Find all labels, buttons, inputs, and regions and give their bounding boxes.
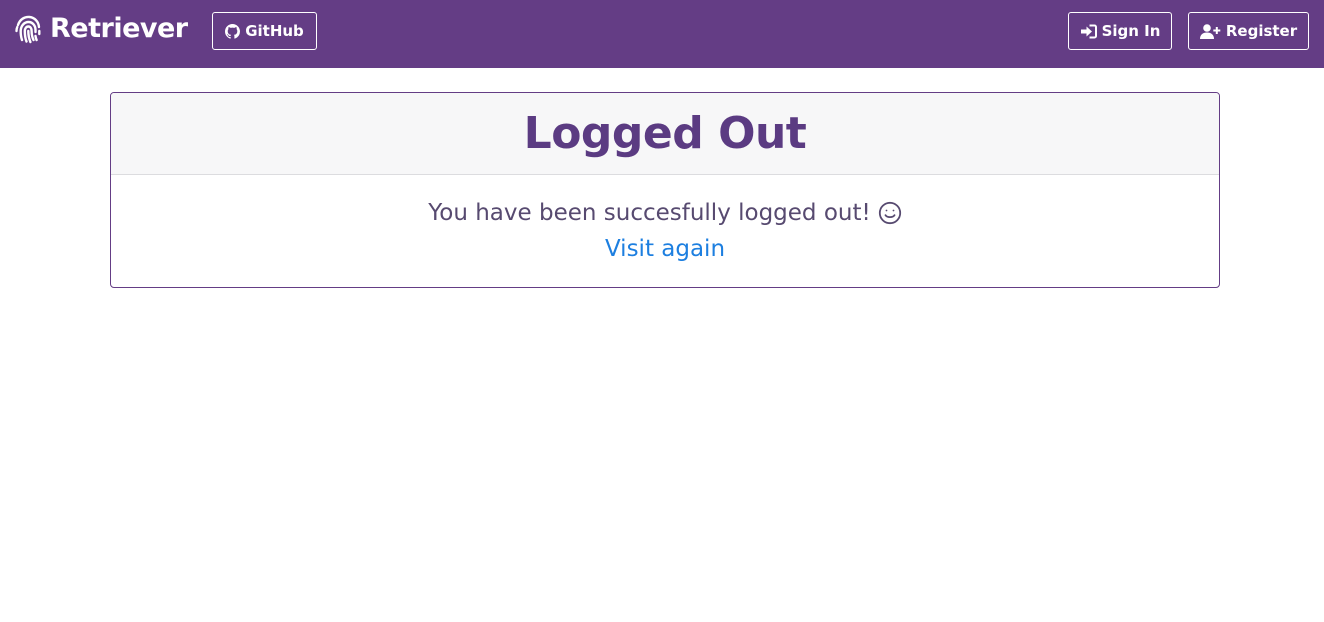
brand-link[interactable]: Retriever: [12, 11, 188, 47]
visit-again-link[interactable]: Visit again: [605, 234, 725, 264]
logout-card: Logged Out You have been succesfully log…: [110, 92, 1220, 288]
register-label: Register: [1225, 22, 1298, 40]
sign-in-icon: [1080, 24, 1097, 38]
github-button[interactable]: GitHub: [212, 12, 317, 50]
github-label: GitHub: [245, 22, 304, 40]
sign-in-button[interactable]: Sign In: [1068, 12, 1172, 50]
logout-message-text: You have been succesfully logged out!: [428, 200, 871, 226]
smiley-icon: [878, 201, 901, 225]
brand-name: Retriever: [50, 13, 188, 44]
card-body: You have been succesfully logged out! Vi…: [111, 175, 1219, 264]
message-row: You have been succesfully logged out!: [111, 198, 1219, 228]
sign-in-label: Sign In: [1101, 22, 1161, 40]
top-navbar: Retriever GitHub Sign In Register: [0, 0, 1324, 68]
register-button[interactable]: Register: [1188, 12, 1309, 50]
github-icon: [225, 23, 241, 39]
fingerprint-icon: [15, 15, 41, 44]
card-header: Logged Out: [111, 93, 1219, 175]
page-title: Logged Out: [523, 108, 807, 159]
logout-message: You have been succesfully logged out!: [428, 198, 901, 228]
user-plus-icon: [1199, 23, 1221, 39]
